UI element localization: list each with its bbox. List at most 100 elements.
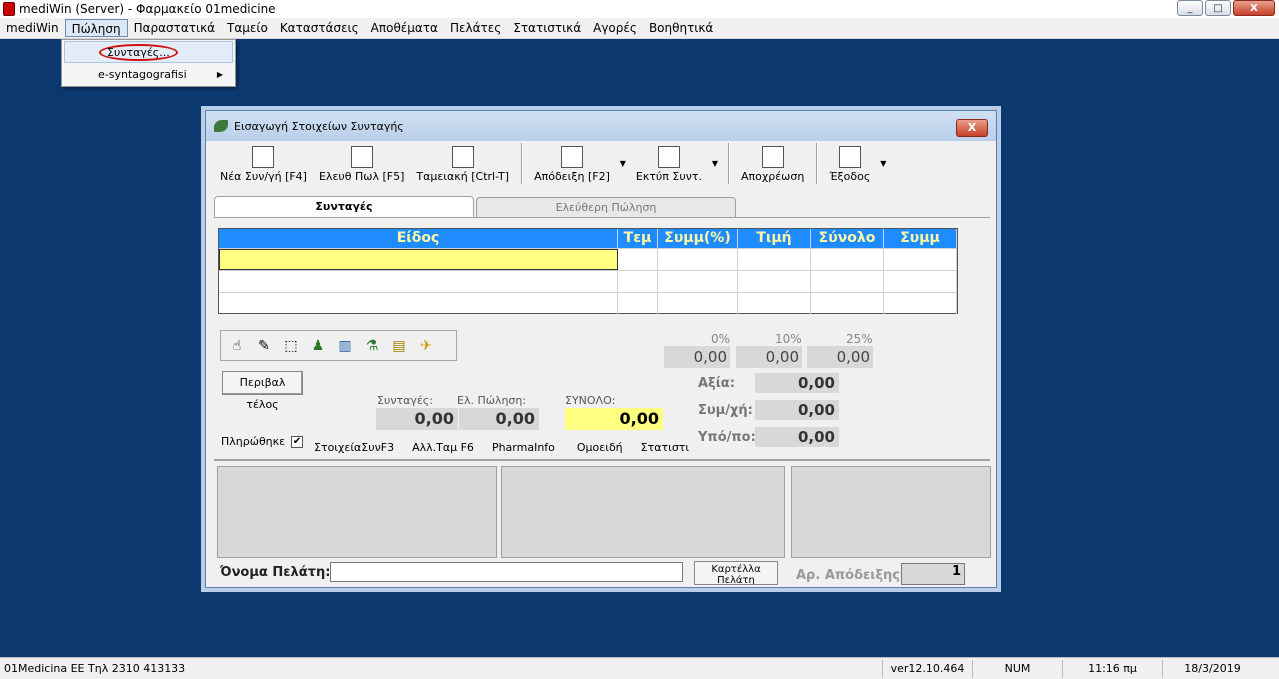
- exit-button[interactable]: Έξοδος: [823, 141, 876, 186]
- document-icon: [350, 146, 373, 168]
- select-rect-icon[interactable]: ⬚: [280, 335, 302, 357]
- receipt-button[interactable]: Απόδειξη [F2]: [528, 141, 616, 186]
- maximize-button[interactable]: □: [1205, 0, 1231, 16]
- grid-cell[interactable]: [219, 293, 618, 314]
- menu-item-e-syntagografisi[interactable]: e-syntagografisi ▶: [64, 64, 233, 86]
- receipt-number-field[interactable]: 1: [901, 563, 965, 585]
- menu-pelates[interactable]: Πελάτες: [444, 19, 507, 37]
- table-row[interactable]: [219, 270, 957, 292]
- minimize-button[interactable]: _: [1177, 0, 1203, 16]
- link-stoixeia-syn[interactable]: ΣτοιχείαΣυνF3: [314, 441, 394, 454]
- grid-cell[interactable]: [618, 271, 658, 292]
- col-tem[interactable]: Τεμ: [618, 229, 658, 248]
- grid-cell[interactable]: [658, 249, 738, 270]
- menu-mediwin[interactable]: mediWin: [0, 19, 65, 37]
- menu-agores[interactable]: Αγορές: [587, 19, 643, 37]
- paid-checkbox[interactable]: ✔: [291, 435, 304, 448]
- menu-polisi[interactable]: Πώληση: [64, 19, 128, 37]
- rate-25-label: 25%: [846, 332, 873, 346]
- customer-name-input[interactable]: [330, 562, 683, 582]
- grid-cell[interactable]: [738, 293, 811, 314]
- app-title-bar: mediWin (Server) - Φαρμακείο 01medicine …: [0, 0, 1279, 18]
- info-panel-middle: [501, 466, 785, 558]
- airplane-icon[interactable]: ✈: [415, 335, 437, 357]
- dialog-title-bar: Εισαγωγή Στοιχείων Συνταγής: [206, 111, 996, 141]
- grid-cell[interactable]: [811, 249, 884, 270]
- toolbar: Νέα Συν/γή [F4] Ελευθ Πωλ [F5] Ταμειακή …: [214, 141, 990, 186]
- exit-dropdown-arrow[interactable]: ▼: [876, 141, 890, 186]
- dialog-close-button[interactable]: X: [956, 119, 988, 137]
- menu-katastaseis[interactable]: Καταστάσεις: [274, 19, 365, 37]
- grid-cell[interactable]: [884, 249, 957, 270]
- leaf-icon: [214, 120, 228, 132]
- ypopo-value: 0,00: [755, 427, 839, 447]
- building-icon[interactable]: ▥: [334, 335, 356, 357]
- person-icon[interactable]: ♟: [307, 335, 329, 357]
- symxi-label: Συμ/χή:: [698, 403, 753, 418]
- grid-cell[interactable]: [219, 271, 618, 292]
- print-prescription-label: Εκτύπ Συντ.: [635, 170, 702, 183]
- card-icon[interactable]: ▤: [388, 335, 410, 357]
- free-sale-button[interactable]: Ελευθ Πωλ [F5]: [313, 141, 410, 186]
- exit-label: Έξοδος: [829, 170, 871, 183]
- rate-10-value: 0,00: [736, 346, 802, 368]
- hand-pointer-icon[interactable]: ☝: [226, 335, 248, 357]
- grid-cell[interactable]: [738, 271, 811, 292]
- status-version: ver12.10.464: [882, 660, 972, 678]
- cash-register-button[interactable]: Ταμειακή [Ctrl-T]: [410, 141, 515, 186]
- col-timi[interactable]: Τιμή: [738, 229, 811, 248]
- discharge-button[interactable]: Αποχρέωση: [735, 141, 810, 186]
- app-title: mediWin (Server) - Φαρμακείο 01medicine: [19, 2, 276, 16]
- menu-item-syntages[interactable]: Συνταγές...: [64, 41, 233, 63]
- printer-icon: [560, 146, 583, 168]
- print-dropdown-arrow[interactable]: ▼: [708, 141, 722, 186]
- link-pharmainfo[interactable]: PharmaInfo: [492, 441, 555, 454]
- status-num: NUM: [972, 660, 1062, 678]
- customer-label: Όνομα Πελάτη:: [220, 565, 331, 580]
- flask-icon[interactable]: ⚗: [361, 335, 383, 357]
- menu-tameio[interactable]: Ταμείο: [221, 19, 274, 37]
- peri-telos-button[interactable]: Περιβαλ τέλος: [222, 371, 303, 411]
- pen-icon[interactable]: ✎: [253, 335, 275, 357]
- axia-label: Αξία:: [698, 376, 735, 391]
- info-panels: [214, 459, 991, 558]
- col-synolo[interactable]: Σύνολο: [811, 229, 884, 248]
- grid-cell[interactable]: [738, 249, 811, 270]
- grid-cell[interactable]: [811, 271, 884, 292]
- new-prescription-label: Νέα Συν/γή [F4]: [220, 170, 307, 183]
- col-symm-pct[interactable]: Συμμ(%): [658, 229, 738, 248]
- print-prescription-button[interactable]: Εκτύπ Συντ.: [630, 141, 708, 186]
- customer-card-button[interactable]: Καρτέλλα Πελάτη: [694, 561, 778, 585]
- link-statistika[interactable]: Στατιστι: [641, 441, 690, 454]
- menu-parastatika[interactable]: Παραστατικά: [128, 19, 221, 37]
- grid-cell[interactable]: [884, 293, 957, 314]
- link-all-tam[interactable]: Αλλ.Ταμ F6: [412, 441, 474, 454]
- grid-cell[interactable]: [618, 293, 658, 314]
- new-prescription-button[interactable]: Νέα Συν/γή [F4]: [214, 141, 313, 186]
- grid-header: Είδος Τεμ Συμμ(%) Τιμή Σύνολο Συμμ: [219, 229, 957, 248]
- free-sale-label: Ελευθ Πωλ [F5]: [318, 170, 405, 183]
- grid-cell[interactable]: [618, 249, 658, 270]
- tab-strip: Συνταγές Ελεύθερη Πώληση: [214, 196, 736, 218]
- col-symm[interactable]: Συμμ: [884, 229, 957, 248]
- table-row[interactable]: [219, 292, 957, 314]
- grid-cell[interactable]: [811, 293, 884, 314]
- info-panel-right: [791, 466, 991, 558]
- eidos-input-cell[interactable]: [219, 249, 618, 270]
- link-omoeidi[interactable]: Ομοειδή: [577, 441, 623, 454]
- tab-free-sale[interactable]: Ελεύθερη Πώληση: [476, 197, 736, 218]
- receipt-number-label: Αρ. Απόδειξης:: [796, 568, 906, 583]
- menu-voithitika[interactable]: Βοηθητικά: [643, 19, 719, 37]
- grid-cell[interactable]: [658, 293, 738, 314]
- tab-syntages[interactable]: Συνταγές: [214, 196, 474, 218]
- menu-apothemata[interactable]: Αποθέματα: [365, 19, 444, 37]
- action-icon-bar: ☝ ✎ ⬚ ♟ ▥ ⚗ ▤ ✈: [220, 330, 457, 361]
- table-row[interactable]: [219, 248, 957, 270]
- close-button[interactable]: X: [1233, 0, 1275, 16]
- grid-cell[interactable]: [658, 271, 738, 292]
- menu-statistika[interactable]: Στατιστικά: [507, 19, 587, 37]
- col-eidos[interactable]: Είδος: [219, 229, 618, 248]
- menu-item-e-syntagografisi-label: e-syntagografisi: [98, 68, 187, 81]
- receipt-dropdown-arrow[interactable]: ▼: [616, 141, 630, 186]
- grid-cell[interactable]: [884, 271, 957, 292]
